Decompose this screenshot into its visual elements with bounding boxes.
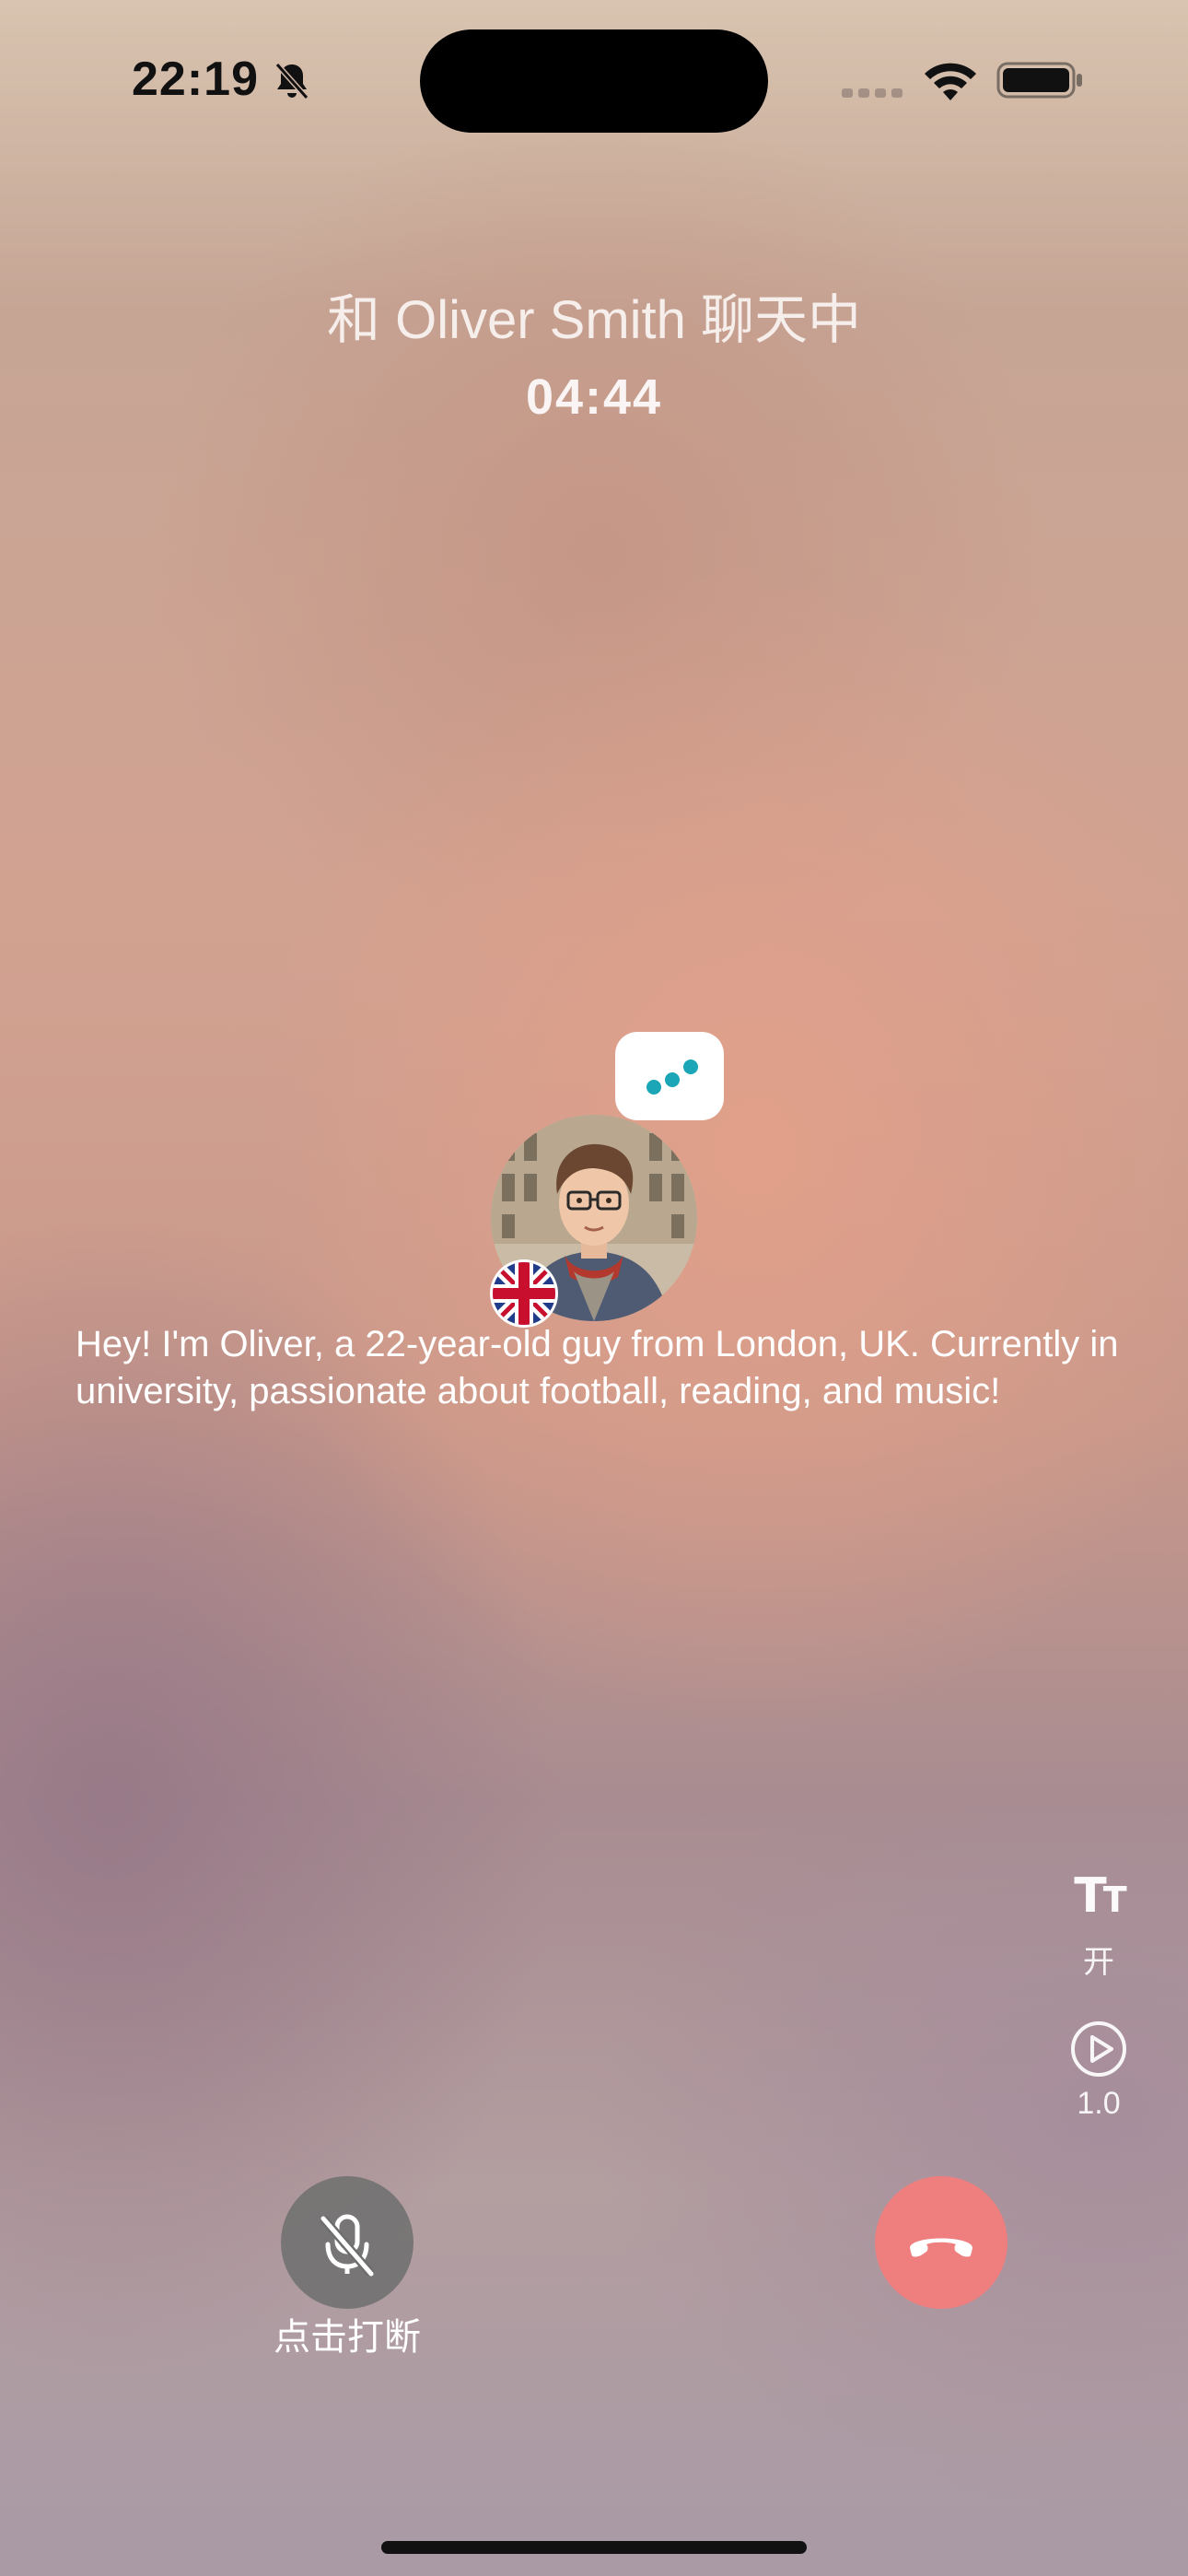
home-indicator[interactable]: [381, 2541, 807, 2554]
wifi-icon: [925, 63, 976, 100]
caption-toggle-label: 开: [1083, 1945, 1114, 1980]
interrupt-label: 点击打断: [274, 2317, 421, 2358]
typing-dots-icon: [646, 1060, 698, 1095]
call-timer: 04:44: [525, 369, 663, 425]
bell-slash-icon: [274, 63, 309, 100]
playback-speed-label: 1.0: [1077, 2086, 1121, 2121]
cellular-signal-icon: [842, 88, 903, 98]
text-size-icon: TT: [1074, 1868, 1126, 1924]
play-circle-icon: [1071, 2021, 1126, 2077]
dynamic-island: [420, 29, 768, 133]
phone-hangup-icon: [910, 2238, 973, 2257]
status-time: 22:19: [132, 53, 259, 106]
typing-indicator-bubble: [615, 1032, 724, 1120]
battery-icon: [996, 62, 1082, 99]
caption-toggle[interactable]: TT 开: [1059, 1870, 1138, 1981]
playback-speed-button[interactable]: 1.0: [1059, 2020, 1138, 2130]
uk-flag-icon: [490, 1259, 558, 1328]
hang-up-button[interactable]: [875, 2176, 1007, 2309]
mic-off-icon: [320, 2214, 375, 2277]
call-title: 和 Oliver Smith 聊天中: [326, 290, 862, 350]
interrupt-mic-button[interactable]: [281, 2176, 413, 2309]
partner-bio: Hey! I'm Oliver, a 22-year-old guy from …: [76, 1324, 1119, 1411]
